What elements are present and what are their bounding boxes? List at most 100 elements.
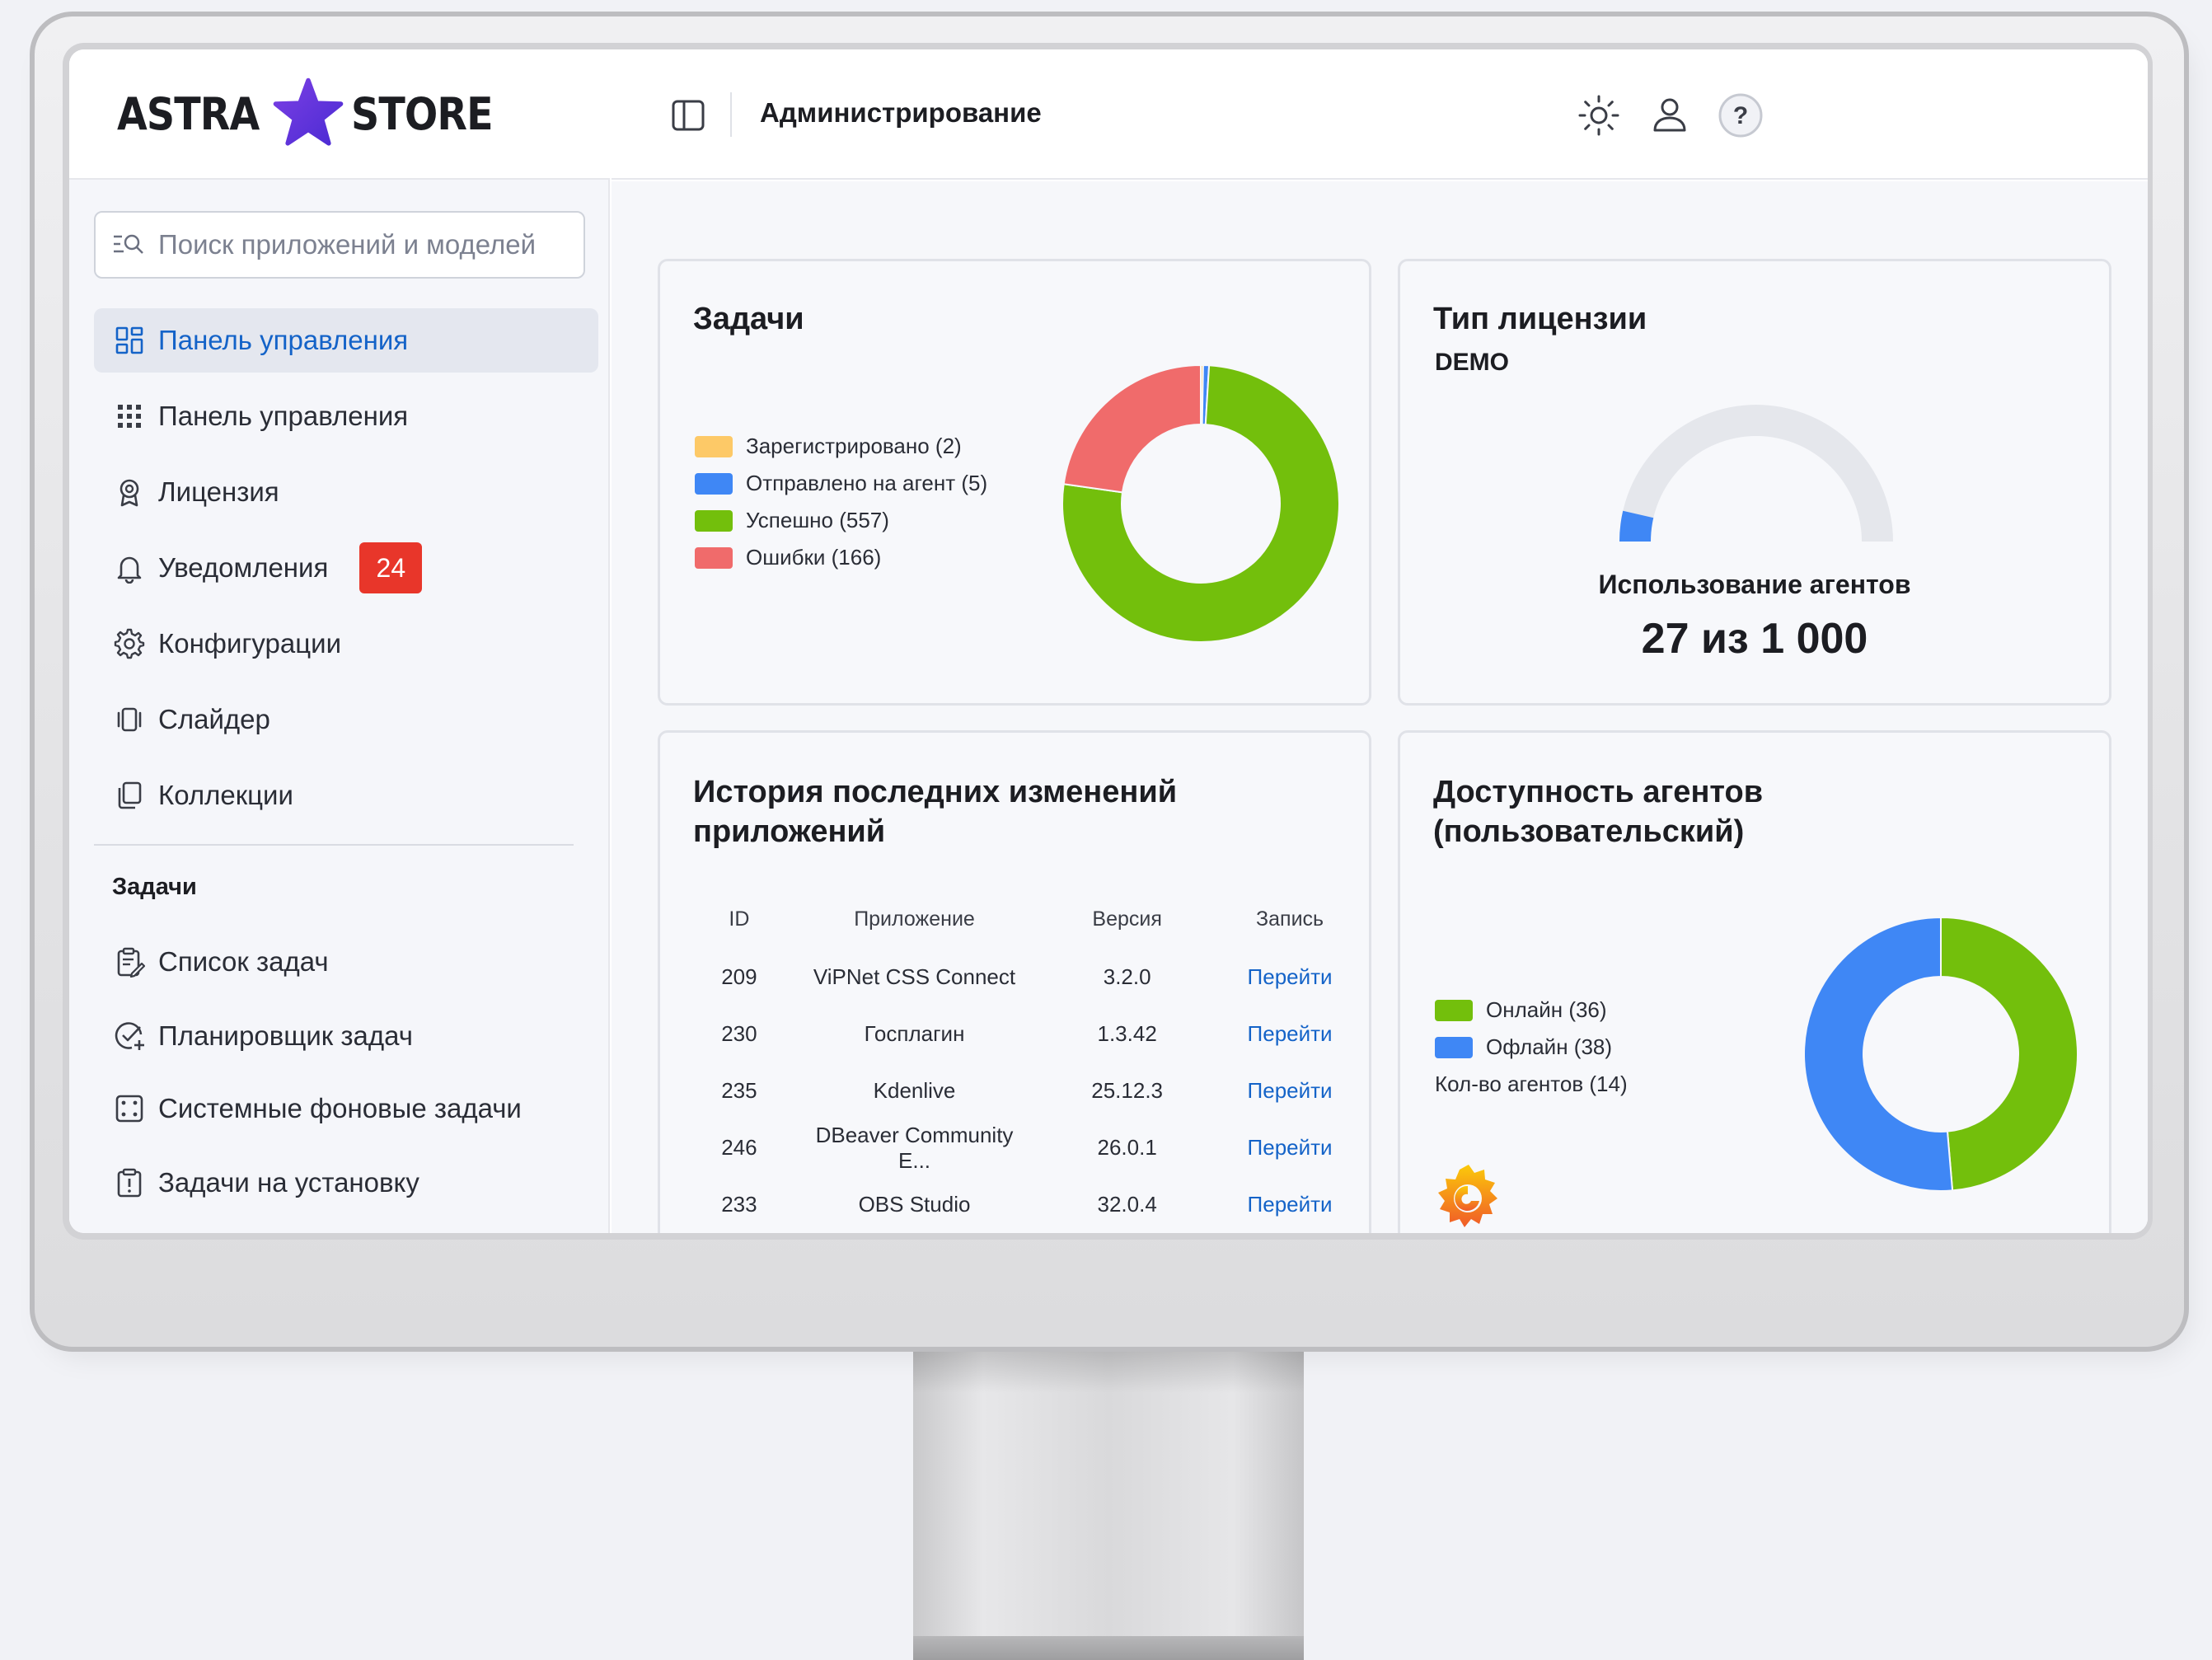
cell-version: 26.0.1 xyxy=(1097,1135,1157,1160)
search-icon xyxy=(114,234,143,254)
legend-swatch xyxy=(695,546,733,569)
sidebar-item-notifications[interactable]: Уведомления 24 xyxy=(94,536,598,600)
gauge-track xyxy=(1619,405,1893,542)
cell-id: 230 xyxy=(721,1021,757,1046)
topbar: Администрирование ? xyxy=(612,49,2148,180)
column-header-app: Приложение xyxy=(854,907,975,931)
legend-item: Офлайн (38) xyxy=(1435,1029,1628,1066)
donut-slice-1 xyxy=(1940,916,2078,1192)
sidebar-item-label: Коллекции xyxy=(158,780,293,810)
main-content: Задачи Зарегистрировано (2) Отправлено н… xyxy=(612,181,2148,1233)
cell-version: 3.2.0 xyxy=(1103,964,1151,989)
table-header-row: ID Приложение Версия Запись xyxy=(677,889,1352,949)
sidebar-item-dashboard[interactable]: Панель управления xyxy=(94,308,598,373)
table-row: 246 DBeaver Community E... 26.0.1 Перейт… xyxy=(677,1119,1352,1176)
dots-grid-icon xyxy=(118,405,141,428)
legend-item: Отправлено на агент (5) xyxy=(695,465,987,502)
donut-slice-4 xyxy=(1062,363,1202,494)
tasks-donut-chart xyxy=(1061,363,1340,643)
screen: ASTRA STORE Поиск приложений и моделей П… xyxy=(69,49,2148,1233)
sidebar-item-label: Конфигурации xyxy=(158,628,342,659)
sidebar-item-collections[interactable]: Коллекции xyxy=(94,763,598,828)
cell-app: ViPNet CSS Connect xyxy=(813,964,1016,989)
agent-usage-label: Использование агентов xyxy=(1598,570,1911,599)
tasks-card-title: Задачи xyxy=(693,302,804,336)
cell-id: 209 xyxy=(721,964,757,989)
history-card-title: История последних изменений приложений xyxy=(693,775,1178,849)
sidebar-item-slider[interactable]: Слайдер xyxy=(94,687,598,752)
cell-version: 32.0.4 xyxy=(1097,1192,1157,1217)
legend-label: Ошибки (166) xyxy=(746,545,882,570)
sidebar-toggle-icon[interactable] xyxy=(671,98,705,133)
tasks-card: Задачи Зарегистрировано (2) Отправлено н… xyxy=(658,259,1371,706)
table-row: 233 OBS Studio 32.0.4 Перейти xyxy=(677,1176,1352,1233)
help-icon[interactable]: ? xyxy=(1718,92,1764,138)
search-box[interactable] xyxy=(94,211,585,279)
history-card: История последних изменений приложений I… xyxy=(658,730,1371,1233)
sidebar-item-dashboard-2[interactable]: Панель управления xyxy=(94,384,598,448)
star-logo-icon xyxy=(273,77,344,146)
column-header-id: ID xyxy=(729,907,750,931)
search-input[interactable] xyxy=(158,229,570,260)
sidebar-item-task-scheduler[interactable]: Планировщик задач xyxy=(94,1004,598,1068)
check-circle-plus-icon xyxy=(115,1022,144,1050)
bell-icon xyxy=(117,556,142,584)
goto-link[interactable]: Перейти xyxy=(1227,1006,1352,1062)
sidebar-item-system-background-tasks[interactable]: Системные фоновые задачи xyxy=(94,1076,598,1141)
license-card-title: Тип лицензии xyxy=(1433,302,1647,336)
column-header-record: Запись xyxy=(1256,907,1324,931)
sidebar-item-label: Планировщик задач xyxy=(158,1020,413,1051)
clipboard-edit-icon xyxy=(117,947,145,978)
legend-label: Успешно (557) xyxy=(746,508,889,532)
availability-card-title: Доступность агентов (пользовательский) xyxy=(1433,775,1764,849)
grafana-logo-icon xyxy=(1438,1165,1497,1227)
slider-icon xyxy=(117,707,142,732)
agent-usage-gauge xyxy=(1619,405,1893,542)
sidebar-item-label: Слайдер xyxy=(158,704,270,734)
availability-legend: Онлайн (36) Офлайн (38) Кол-во агентов (… xyxy=(1435,992,1628,1103)
legend-swatch xyxy=(695,435,733,457)
license-card: Тип лицензии DEMO Использование агентов … xyxy=(1398,259,2111,706)
column-header-version: Версия xyxy=(1092,907,1162,931)
table-row: 209 ViPNet CSS Connect 3.2.0 Перейти xyxy=(677,949,1352,1006)
clipboard-alert-icon xyxy=(117,1168,142,1198)
cell-version: 25.12.3 xyxy=(1091,1078,1164,1103)
collections-icon xyxy=(118,781,142,809)
legend-label: Отправлено на агент (5) xyxy=(746,471,988,495)
sidebar-divider xyxy=(94,844,574,846)
dashboard-grid-icon xyxy=(115,326,143,354)
sidebar-item-install-tasks[interactable]: Задачи на установку xyxy=(94,1151,598,1215)
cell-app: Kdenlive xyxy=(873,1078,956,1103)
legend-item: Ошибки (166) xyxy=(695,539,987,576)
goto-link[interactable]: Перейти xyxy=(1227,1119,1352,1176)
sidebar-item-license[interactable]: Лицензия xyxy=(94,460,598,524)
cell-app: OBS Studio xyxy=(858,1192,971,1217)
goto-link[interactable]: Перейти xyxy=(1227,949,1352,1006)
sidebar-section-title: Задачи xyxy=(112,874,197,900)
table-row: 230 Госплагин 1.3.42 Перейти xyxy=(677,1006,1352,1062)
sidebar-item-task-list[interactable]: Список задач xyxy=(94,930,598,994)
legend-label: Онлайн (36) xyxy=(1486,997,1607,1022)
history-table: ID Приложение Версия Запись 209 ViPNet C… xyxy=(677,889,1352,1233)
legend-swatch xyxy=(1435,999,1473,1021)
legend-item: Успешно (557) xyxy=(695,502,987,539)
license-type: DEMO xyxy=(1435,349,1509,376)
legend-swatch xyxy=(1435,1036,1473,1058)
logo[interactable]: ASTRA STORE xyxy=(69,49,610,180)
sun-theme-icon[interactable] xyxy=(1576,92,1622,138)
topbar-divider xyxy=(730,92,732,137)
tasks-legend: Зарегистрировано (2) Отправлено на агент… xyxy=(695,428,987,576)
sidebar-item-label: Системные фоновые задачи xyxy=(158,1093,522,1123)
cell-id: 246 xyxy=(721,1135,757,1160)
cell-app: Госплагин xyxy=(864,1021,965,1046)
user-profile-icon[interactable] xyxy=(1647,92,1693,138)
sidebar-item-label: Задачи на установку xyxy=(158,1167,419,1198)
sidebar-item-label: Панель управления xyxy=(158,401,409,431)
logo-text-right: STORE xyxy=(350,87,494,140)
sidebar-item-label: Список задач xyxy=(158,946,329,977)
availability-card: Доступность агентов (пользовательский) О… xyxy=(1398,730,2111,1233)
sidebar-item-configurations[interactable]: Конфигурации xyxy=(94,612,598,676)
legend-item: Зарегистрировано (2) xyxy=(695,428,987,465)
goto-link[interactable]: Перейти xyxy=(1227,1176,1352,1233)
goto-link[interactable]: Перейти xyxy=(1227,1062,1352,1119)
